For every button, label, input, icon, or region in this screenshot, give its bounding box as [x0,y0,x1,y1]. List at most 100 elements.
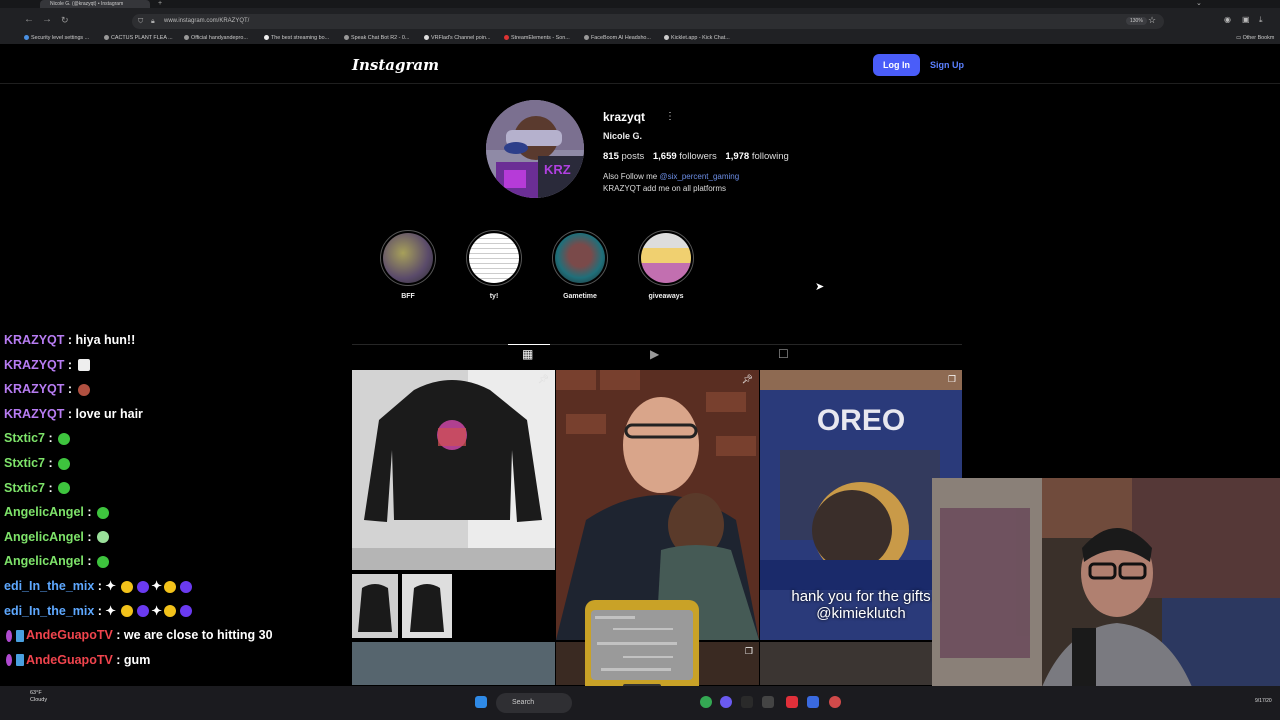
post-hoodie[interactable]: 📌︎ [352,370,555,570]
hoodie-thumbs-image [352,574,452,638]
emote-icon [96,531,109,544]
following-stat[interactable]: 1,978 following [725,151,788,162]
chat-message: KRAZYQT : hiya hun!! [4,333,136,347]
reload-icon[interactable]: ↻ [61,14,69,26]
highlight-giveaways[interactable]: giveaways [631,230,701,300]
browser-chrome: Nicole G. (@krazyqt) • Instagram + ⌄ ← →… [0,0,1280,44]
highlight-label: BFF [401,293,415,300]
webcam-feed [932,478,1280,700]
tagged-icon[interactable]: ☐ [778,347,789,361]
emote-icon [58,457,71,470]
back-icon[interactable]: ← [24,14,34,26]
terminal-icon[interactable] [762,696,774,708]
badge-icon [16,654,24,667]
highlight-bff[interactable]: BFF [373,230,443,300]
badge-icon [6,629,12,642]
profile-stats: 815 posts 1,659 followers 1,978 followin… [603,151,795,162]
app-icon[interactable] [741,696,753,708]
oreo-brand-text: OREO [817,404,905,437]
bio-line-2: KRAZYQT add me on all platforms [603,184,727,193]
highlight-ty[interactable]: ty! [459,230,529,300]
bookmark-item[interactable]: Speak Chat Bot R2 - 0... [344,32,409,44]
followers-stat[interactable]: 1,659 followers [653,151,717,162]
bookmarks-bar: Security level settings ... CACTUS PLANT… [0,32,1280,44]
chat-message: KRAZYQT : love ur hair [4,406,143,421]
posts-stat[interactable]: 815 posts [603,151,644,162]
minimize-icon[interactable]: ⌄ [1196,0,1202,7]
zoom-level[interactable]: 130% [1126,17,1147,25]
bookmark-star-icon[interactable]: ☆ [1148,15,1156,26]
chat-message: KRAZYQT : [4,353,349,378]
other-bookmarks[interactable]: ▭ Other Bookm [1236,32,1274,44]
bookmark-item[interactable]: FaceBoom AI Headsho... [584,32,651,44]
bookmark-item[interactable]: StreamElements - Son... [504,32,570,44]
chat-message: AngelicAngel : [4,549,349,574]
emote-icon [96,506,109,519]
system-clock[interactable]: 9/17/20 [1255,698,1272,704]
shield-icon: ⛉ [138,18,144,25]
pinned-icon: 📌︎ [741,374,753,384]
bookmark-item[interactable]: VRFlad's Channel poin... [424,32,490,44]
emote-icon [121,605,134,618]
chat-message: Stxtic7 : [4,476,349,501]
more-options-icon[interactable]: ⋮ [665,111,675,122]
mouse-cursor-icon: ➤ [815,281,825,293]
bookmark-item[interactable]: The best streaming bo... [264,32,329,44]
tab-title: Nicole G. (@krazyqt) • Instagram [50,1,124,7]
emote-icon [179,580,192,593]
bio-line-1: Also Follow me @six_percent_gaming [603,172,740,181]
emote-icon [121,580,134,593]
emote-icon [137,580,150,593]
browser-tab[interactable]: Nicole G. (@krazyqt) • Instagram [40,0,150,8]
chrome-icon[interactable] [700,696,712,708]
bookmark-item[interactable]: CACTUS PLANT FLEA ... [104,32,173,44]
profile-tabs: ▦ ▶ ☐ [352,344,962,370]
signup-link[interactable]: Sign Up [930,54,964,76]
chat-message: edi_In_the_mix : ✦ ✦ [4,599,349,624]
badge-icon [16,629,24,642]
instagram-logo[interactable]: Instagram [352,56,439,74]
new-tab-button[interactable]: + [158,0,162,8]
profile-full-name: Nicole G. [603,131,643,141]
post-hoodie-thumbs[interactable] [352,574,454,640]
emote-icon [163,605,176,618]
chat-message: AngelicAngel : [4,500,349,525]
bookmark-item[interactable]: Security level settings ... [24,32,89,44]
address-bar[interactable]: ⛉ 🔒︎ www.instagram.com/KRAZYQT/ 130% ☆ [132,14,1164,29]
avatar-image: KRZ [486,100,584,198]
account-icon[interactable]: ◉ [1224,15,1231,24]
post-bottom-left[interactable] [352,642,555,685]
profile-avatar[interactable]: KRZ [486,100,584,198]
app-icon[interactable] [829,696,841,708]
active-tab-indicator [508,344,550,345]
hoodie-image [352,370,555,570]
taskbar-search[interactable]: Search [496,693,572,713]
stream-chat: KRAZYQT : hiya hun!! KRAZYQT : KRAZYQT :… [4,328,349,672]
emote-icon [137,605,150,618]
forward-icon[interactable]: → [42,14,52,26]
login-button[interactable]: Log In [873,54,920,76]
highlight-label: giveaways [648,293,684,300]
weather-widget[interactable]: 63°F Cloudy [30,690,47,704]
chat-message: AndeGuapoTV : gum [4,648,349,673]
bio-mention-link[interactable]: @six_percent_gaming [659,172,739,181]
svg-text:KRZ: KRZ [544,162,571,177]
multi-post-icon: ❐ [744,646,753,656]
discord-icon[interactable] [720,696,732,708]
extensions-icon[interactable]: ▣ [1242,15,1250,24]
emote-icon [179,605,192,618]
posts-grid-icon[interactable]: ▦ [522,347,533,361]
app-icon[interactable] [786,696,798,708]
bookmark-item[interactable]: Official handyandepro... [184,32,248,44]
downloads-icon[interactable]: ⤓ [1259,15,1263,25]
emote-icon [58,433,71,446]
badge-icon [6,654,12,667]
chat-message: KRAZYQT : [4,377,349,402]
reels-icon[interactable]: ▶ [650,347,659,361]
app-icon[interactable] [807,696,819,708]
highlight-label: Gametime [563,293,597,300]
emote-icon [77,359,90,372]
start-icon[interactable] [475,696,487,708]
highlight-gametime[interactable]: Gametime [545,230,615,300]
bookmark-item[interactable]: Kicklet.app - Kick Chat... [664,32,730,44]
